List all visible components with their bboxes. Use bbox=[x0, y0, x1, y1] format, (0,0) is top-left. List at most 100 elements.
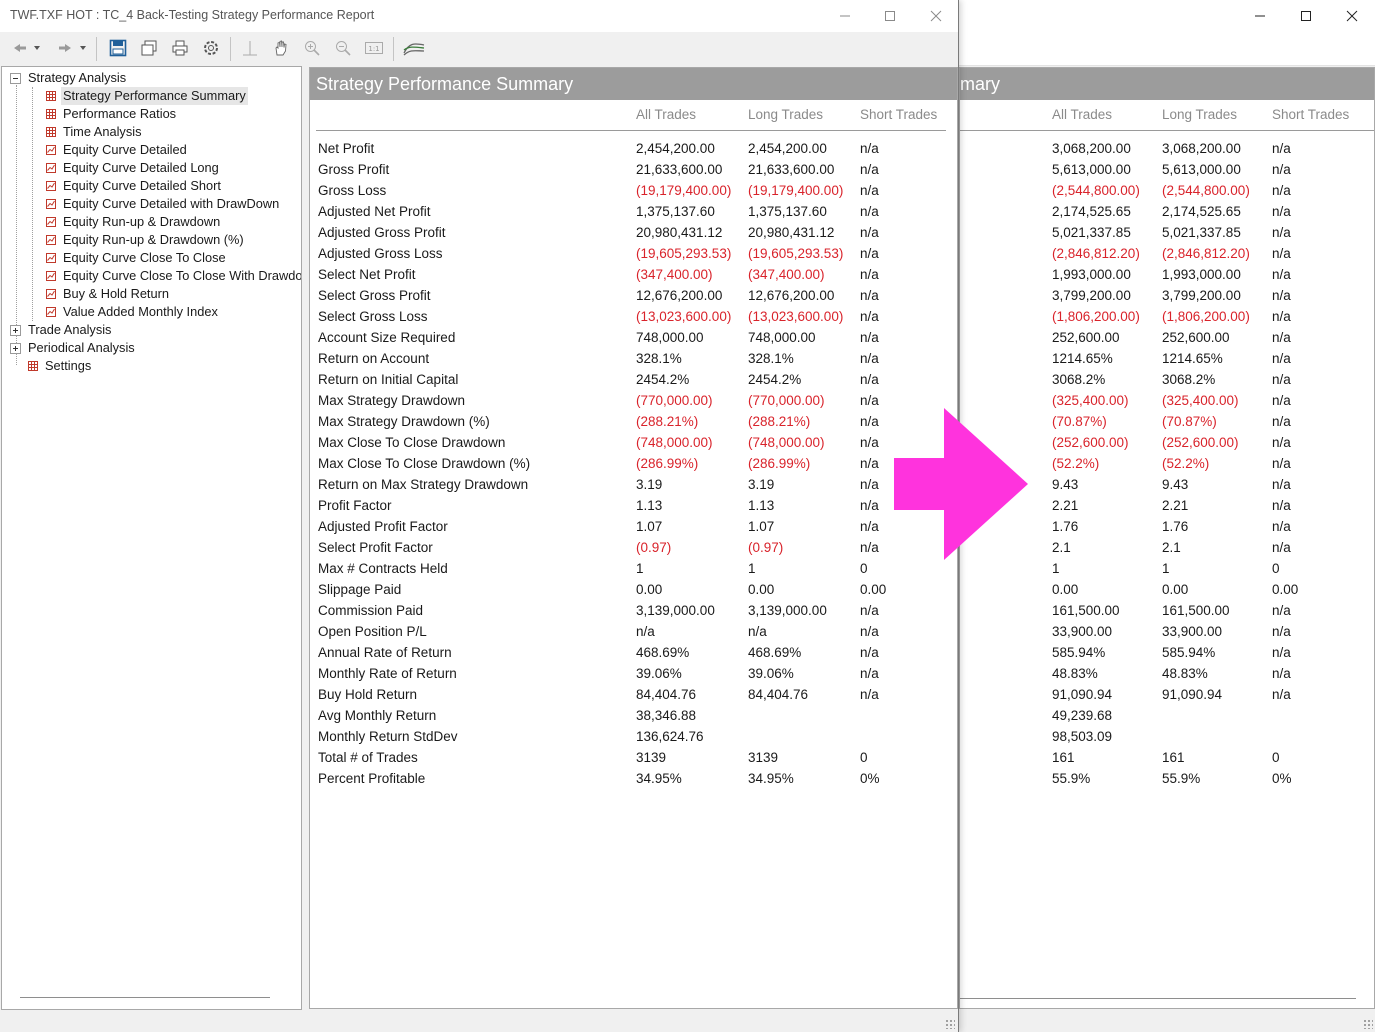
metric-name: Monthly Rate of Return bbox=[318, 666, 457, 681]
metric-long-value: (2,544,800.00) bbox=[1162, 183, 1250, 198]
crosshair-icon[interactable] bbox=[238, 37, 262, 59]
metric-long-value: (19,605,293.53) bbox=[748, 246, 844, 261]
metric-name: Adjusted Net Profit bbox=[318, 204, 431, 219]
dropdown-icon[interactable] bbox=[77, 37, 89, 59]
save-icon[interactable] bbox=[106, 37, 130, 59]
metric-name: Commission Paid bbox=[318, 603, 424, 618]
metric-name: Adjusted Gross Profit bbox=[318, 225, 446, 240]
print-icon[interactable] bbox=[168, 37, 192, 59]
metric-short-value: n/a bbox=[860, 498, 879, 513]
back-horizontal-scrollbar[interactable] bbox=[960, 998, 1356, 999]
table-icon bbox=[28, 361, 38, 371]
settings-icon[interactable] bbox=[199, 37, 223, 59]
table-row: 2,174,525.65 2,174,525.65 n/a bbox=[960, 201, 1374, 222]
tree-item-label: Buy & Hold Return bbox=[63, 286, 169, 301]
metric-long-value: 91,090.94 bbox=[1162, 687, 1223, 702]
metric-short-value: n/a bbox=[860, 372, 879, 387]
metric-all-value: 5,613,000.00 bbox=[1052, 162, 1131, 177]
metric-long-value: 1,375,137.60 bbox=[748, 204, 827, 219]
metric-short-value: n/a bbox=[1272, 204, 1291, 219]
dropdown-icon[interactable] bbox=[31, 37, 43, 59]
minimize-icon[interactable] bbox=[822, 3, 868, 29]
metric-long-value: (13,023,600.00) bbox=[748, 309, 844, 324]
metric-short-value: 0% bbox=[1272, 771, 1292, 786]
tree-horizontal-scrollbar[interactable] bbox=[20, 997, 270, 998]
col-all-trades: All Trades bbox=[636, 107, 697, 122]
metric-all-value: 3,799,200.00 bbox=[1052, 288, 1131, 303]
metric-all-value: 3.19 bbox=[636, 477, 663, 492]
metric-short-value: n/a bbox=[1272, 225, 1291, 240]
chart-style-icon[interactable] bbox=[401, 37, 427, 59]
metric-short-value: n/a bbox=[860, 624, 879, 639]
metric-short-value: n/a bbox=[1272, 183, 1291, 198]
metric-long-value: 161 bbox=[1162, 750, 1185, 765]
metric-all-value: 55.9% bbox=[1052, 771, 1091, 786]
table-row: Monthly Return StdDev 136,624.76 bbox=[310, 726, 957, 747]
front-window-titlebar: TWF.TXF HOT : TC_4 Back-Testing Strategy… bbox=[0, 0, 958, 32]
metric-short-value: n/a bbox=[1272, 393, 1291, 408]
svg-text:1:1: 1:1 bbox=[368, 45, 379, 53]
resize-grip-icon[interactable] bbox=[1363, 1019, 1373, 1029]
back-col-long-trades: Long Trades bbox=[1162, 107, 1238, 122]
maximize-icon[interactable] bbox=[1283, 3, 1329, 29]
minimize-icon[interactable] bbox=[1237, 3, 1283, 29]
metric-all-value: (325,400.00) bbox=[1052, 393, 1129, 408]
metric-all-value: 468.69% bbox=[636, 645, 690, 660]
zoom-out-icon[interactable] bbox=[331, 37, 355, 59]
metric-long-value: 9.43 bbox=[1162, 477, 1189, 492]
expand-icon[interactable] bbox=[10, 325, 21, 336]
close-icon[interactable] bbox=[913, 3, 959, 29]
table-row: Max # Contracts Held 1 1 0 bbox=[310, 558, 957, 579]
table-row: 3,799,200.00 3,799,200.00 n/a bbox=[960, 285, 1374, 306]
metric-all-value: (288.21%) bbox=[636, 414, 699, 429]
table-row: Avg Monthly Return 38,346.88 bbox=[310, 705, 957, 726]
tree-item-label: Periodical Analysis bbox=[28, 340, 135, 355]
resize-grip-icon[interactable] bbox=[945, 1019, 955, 1029]
close-icon[interactable] bbox=[1329, 3, 1375, 29]
metric-all-value: 1.07 bbox=[636, 519, 663, 534]
chart-icon bbox=[46, 217, 56, 227]
metric-short-value: n/a bbox=[860, 330, 879, 345]
expand-icon[interactable] bbox=[10, 343, 21, 354]
copy-icon[interactable] bbox=[137, 37, 161, 59]
metric-long-value: (288.21%) bbox=[748, 414, 811, 429]
metric-long-value: 748,000.00 bbox=[748, 330, 816, 345]
metric-long-value: (748,000.00) bbox=[748, 435, 825, 450]
metric-short-value: n/a bbox=[1272, 267, 1291, 282]
metric-short-value: n/a bbox=[860, 435, 879, 450]
table-row: 5,613,000.00 5,613,000.00 n/a bbox=[960, 159, 1374, 180]
pan-hand-icon[interactable] bbox=[269, 37, 293, 59]
toolbar-separator bbox=[96, 37, 97, 61]
table-row: Adjusted Net Profit 1,375,137.60 1,375,137… bbox=[310, 201, 957, 222]
table-row: 55.9% 55.9% 0% bbox=[960, 768, 1374, 789]
tree-item-label: Equity Run-up & Drawdown (%) bbox=[63, 232, 244, 247]
metric-short-value: n/a bbox=[1272, 687, 1291, 702]
metric-name: Account Size Required bbox=[318, 330, 456, 345]
metric-long-value: 468.69% bbox=[748, 645, 802, 660]
metric-all-value: (13,023,600.00) bbox=[636, 309, 732, 324]
metric-long-value: 84,404.76 bbox=[748, 687, 809, 702]
metric-short-value: 0% bbox=[860, 771, 880, 786]
forward-icon[interactable] bbox=[53, 37, 77, 59]
table-row: Select Gross Profit 12,676,200.00 12,676,2… bbox=[310, 285, 957, 306]
metric-all-value: 84,404.76 bbox=[636, 687, 697, 702]
chart-icon bbox=[46, 145, 56, 155]
back-icon[interactable] bbox=[8, 37, 32, 59]
zoom-in-icon[interactable] bbox=[300, 37, 324, 59]
front-window: TWF.TXF HOT : TC_4 Back-Testing Strategy… bbox=[0, 0, 959, 1032]
metric-all-value: (19,179,400.00) bbox=[636, 183, 732, 198]
metric-all-value: 1.13 bbox=[636, 498, 663, 513]
metric-long-value: 585.94% bbox=[1162, 645, 1216, 660]
metric-all-value: 20,980,431.12 bbox=[636, 225, 723, 240]
metric-all-value: 1,993,000.00 bbox=[1052, 267, 1131, 282]
metric-long-value: (0.97) bbox=[748, 540, 784, 555]
maximize-icon[interactable] bbox=[867, 3, 913, 29]
table-row: Percent Profitable 34.95% 34.95% 0% bbox=[310, 768, 957, 789]
metric-long-value: 55.9% bbox=[1162, 771, 1201, 786]
collapse-icon[interactable] bbox=[10, 73, 21, 84]
metric-long-value: (52.2%) bbox=[1162, 456, 1210, 471]
metric-all-value: 161,500.00 bbox=[1052, 603, 1120, 618]
metric-short-value: n/a bbox=[860, 162, 879, 177]
zoom-reset-icon[interactable]: 1:1 bbox=[362, 37, 386, 59]
col-short-trades: Short Trades bbox=[860, 107, 938, 122]
